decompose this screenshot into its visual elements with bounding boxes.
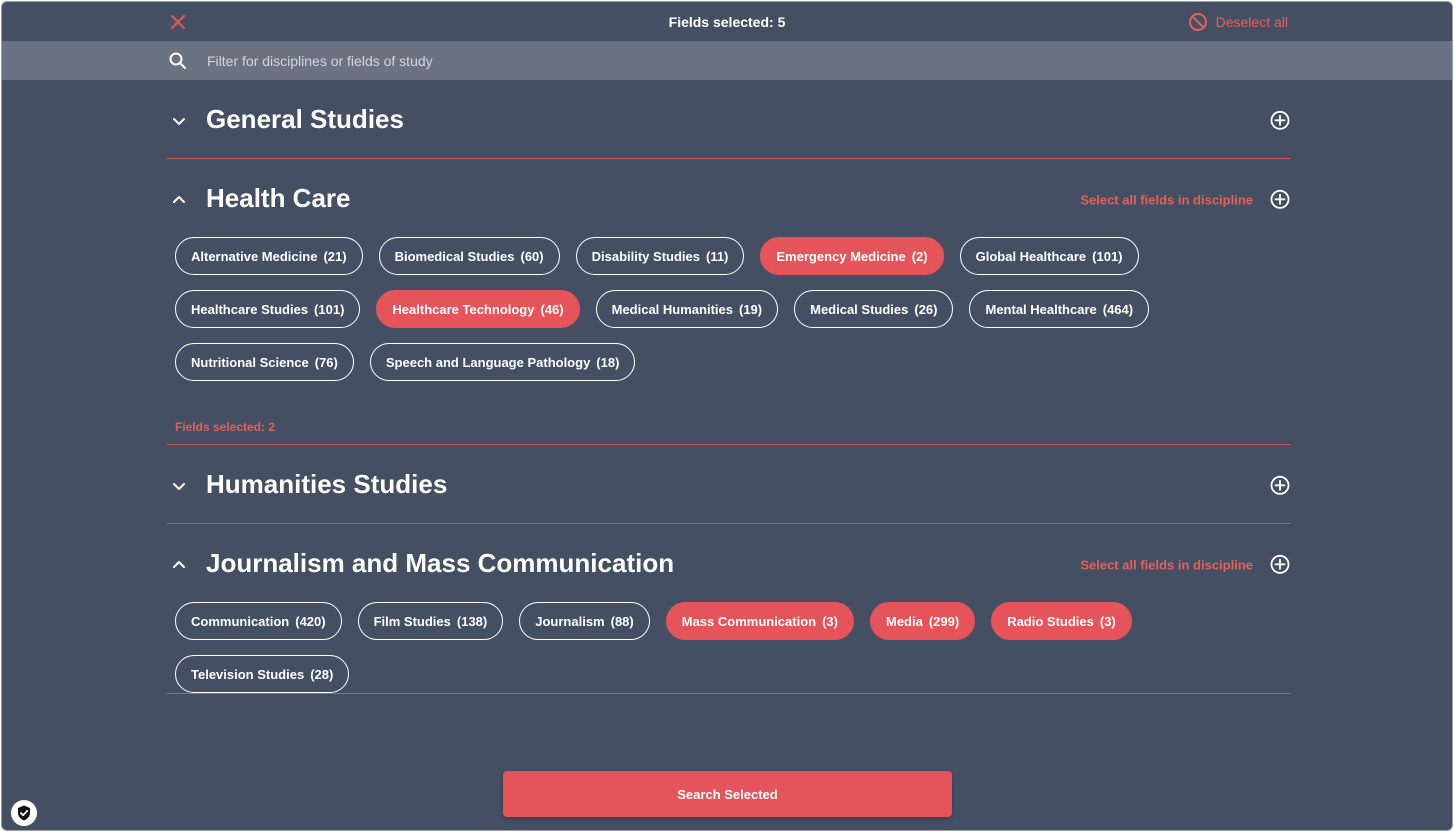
field-count: (28): [310, 666, 334, 682]
field-pill-emergency-medicine[interactable]: Emergency Medicine (2): [760, 237, 944, 275]
field-count: (21): [323, 248, 347, 264]
field-name: Emergency Medicine: [776, 248, 906, 264]
field-name: Film Studies: [373, 613, 451, 629]
shield-check-glyph: [18, 805, 30, 821]
discipline-actions: [1269, 474, 1291, 496]
field-pill-television-studies[interactable]: Television Studies (28): [175, 655, 350, 693]
shield-check-icon[interactable]: [11, 800, 37, 826]
field-name: Television Studies: [191, 666, 305, 682]
prohibited-icon: [1188, 13, 1207, 31]
discipline-header[interactable]: Health Care Select all fields in discipli…: [167, 159, 1291, 237]
field-count: (88): [610, 613, 634, 629]
discipline-list: General Studies Health Care Select all fie…: [167, 80, 1291, 694]
search-selected-button[interactable]: Search Selected: [503, 771, 952, 817]
chevron-down-icon[interactable]: [171, 478, 187, 494]
discipline-fields-selected: Fields selected: 2: [175, 420, 276, 434]
field-count: (60): [520, 248, 544, 264]
search-input[interactable]: [207, 47, 1107, 74]
field-count: (101): [1092, 248, 1123, 264]
discipline-actions: [1269, 109, 1291, 131]
field-pill-mental-healthcare[interactable]: Mental Healthcare (464): [969, 290, 1150, 328]
field-name: Disability Studies: [591, 248, 700, 264]
field-pill-alternative-medicine[interactable]: Alternative Medicine (21): [175, 237, 363, 275]
field-name: Medical Studies: [810, 301, 909, 317]
field-count: (76): [314, 354, 338, 370]
discipline-section-humanities-studies: Humanities Studies: [167, 445, 1291, 524]
field-pill-list: Alternative Medicine (21) Biomedical Studi…: [167, 237, 1167, 381]
search-icon: [169, 52, 187, 70]
field-name: Journalism: [535, 613, 605, 629]
plus-circle-icon[interactable]: [1269, 553, 1291, 575]
discipline-title: General Studies: [206, 104, 404, 135]
discipline-section-health-care: Health Care Select all fields in discipli…: [167, 159, 1291, 445]
top-bar: Fields selected: 5 Deselect all: [2, 2, 1452, 41]
field-count: (3): [1099, 613, 1116, 629]
field-pill-nutritional-science[interactable]: Nutritional Science (76): [175, 343, 354, 381]
field-name: Speech and Language Pathology: [385, 354, 591, 370]
field-pill-medical-studies[interactable]: Medical Studies (26): [794, 290, 954, 328]
field-pill-healthcare-studies[interactable]: Healthcare Studies (101): [175, 290, 361, 328]
field-pill-communication[interactable]: Communication (420): [175, 602, 342, 640]
field-name: Media: [885, 613, 923, 629]
field-name: Global Healthcare: [975, 248, 1087, 264]
field-name: Medical Humanities: [611, 301, 733, 317]
field-pill-biomedical-studies[interactable]: Biomedical Studies (60): [378, 237, 560, 275]
field-pill-film-studies[interactable]: Film Studies (138): [357, 602, 504, 640]
chevron-down-icon[interactable]: [171, 113, 187, 129]
deselect-all-label: Deselect all: [1215, 14, 1288, 30]
field-pill-radio-studies[interactable]: Radio Studies (3): [991, 602, 1132, 640]
field-pill-global-healthcare[interactable]: Global Healthcare (101): [959, 237, 1139, 275]
field-pill-healthcare-technology[interactable]: Healthcare Technology (46): [376, 290, 580, 328]
field-name: Mental Healthcare: [985, 301, 1097, 317]
field-count: (101): [314, 301, 345, 317]
discipline-actions: Select all fields in discipline: [1080, 553, 1291, 575]
field-count: (299): [928, 613, 960, 629]
field-count: (464): [1102, 301, 1134, 317]
discipline-header[interactable]: General Studies: [167, 80, 1291, 158]
plus-circle-icon[interactable]: [1269, 109, 1291, 131]
field-pill-medical-humanities[interactable]: Medical Humanities (19): [595, 290, 779, 328]
field-name: Biomedical Studies: [394, 248, 515, 264]
search-bar: [2, 41, 1452, 80]
chevron-up-icon[interactable]: [171, 192, 187, 208]
discipline-header[interactable]: Journalism and Mass Communication Select …: [167, 524, 1291, 602]
chevron-up-icon[interactable]: [171, 557, 187, 573]
field-pill-speech-and-language-pathology[interactable]: Speech and Language Pathology (18): [369, 343, 636, 381]
field-count: (19): [738, 301, 763, 317]
field-pill-list: Communication (420) Film Studies (138) Journ…: [167, 602, 1167, 693]
field-name: Mass Communication: [681, 613, 817, 629]
field-count: (46): [540, 301, 564, 317]
discipline-section-general-studies: General Studies: [167, 80, 1291, 159]
field-pill-journalism[interactable]: Journalism (88): [519, 602, 650, 640]
field-name: Healthcare Studies: [191, 301, 309, 317]
field-pill-disability-studies[interactable]: Disability Studies (11): [575, 237, 745, 275]
field-selector-modal: Fields selected: 5 Deselect all General …: [1, 1, 1453, 831]
field-name: Nutritional Science: [191, 354, 309, 370]
plus-circle-icon[interactable]: [1269, 188, 1291, 210]
select-all-fields-link[interactable]: Select all fields in discipline: [1080, 557, 1253, 572]
field-count: (2): [911, 248, 928, 264]
field-count: (18): [596, 354, 620, 370]
discipline-title: Humanities Studies: [206, 469, 448, 500]
deselect-all-button[interactable]: Deselect all: [1188, 12, 1288, 32]
field-pill-media[interactable]: Media (299): [869, 602, 976, 640]
field-count: (420): [295, 613, 326, 629]
discipline-title: Health Care: [206, 183, 351, 214]
discipline-actions: Select all fields in discipline: [1080, 188, 1291, 210]
field-pill-mass-communication[interactable]: Mass Communication (3): [665, 602, 854, 640]
discipline-section-journalism-and-mass-communication: Journalism and Mass Communication Select …: [167, 524, 1291, 694]
field-name: Healthcare Technology: [392, 301, 535, 317]
field-name: Communication: [191, 613, 290, 629]
discipline-header[interactable]: Humanities Studies: [167, 445, 1291, 523]
field-count: (138): [456, 613, 488, 629]
field-count: (26): [914, 301, 938, 317]
field-name: Radio Studies: [1007, 613, 1094, 629]
field-count: (3): [822, 613, 838, 629]
field-name: Alternative Medicine: [191, 248, 318, 264]
discipline-title: Journalism and Mass Communication: [206, 548, 675, 579]
select-all-fields-link[interactable]: Select all fields in discipline: [1080, 192, 1253, 207]
field-count: (11): [705, 248, 729, 264]
plus-circle-icon[interactable]: [1269, 474, 1291, 496]
